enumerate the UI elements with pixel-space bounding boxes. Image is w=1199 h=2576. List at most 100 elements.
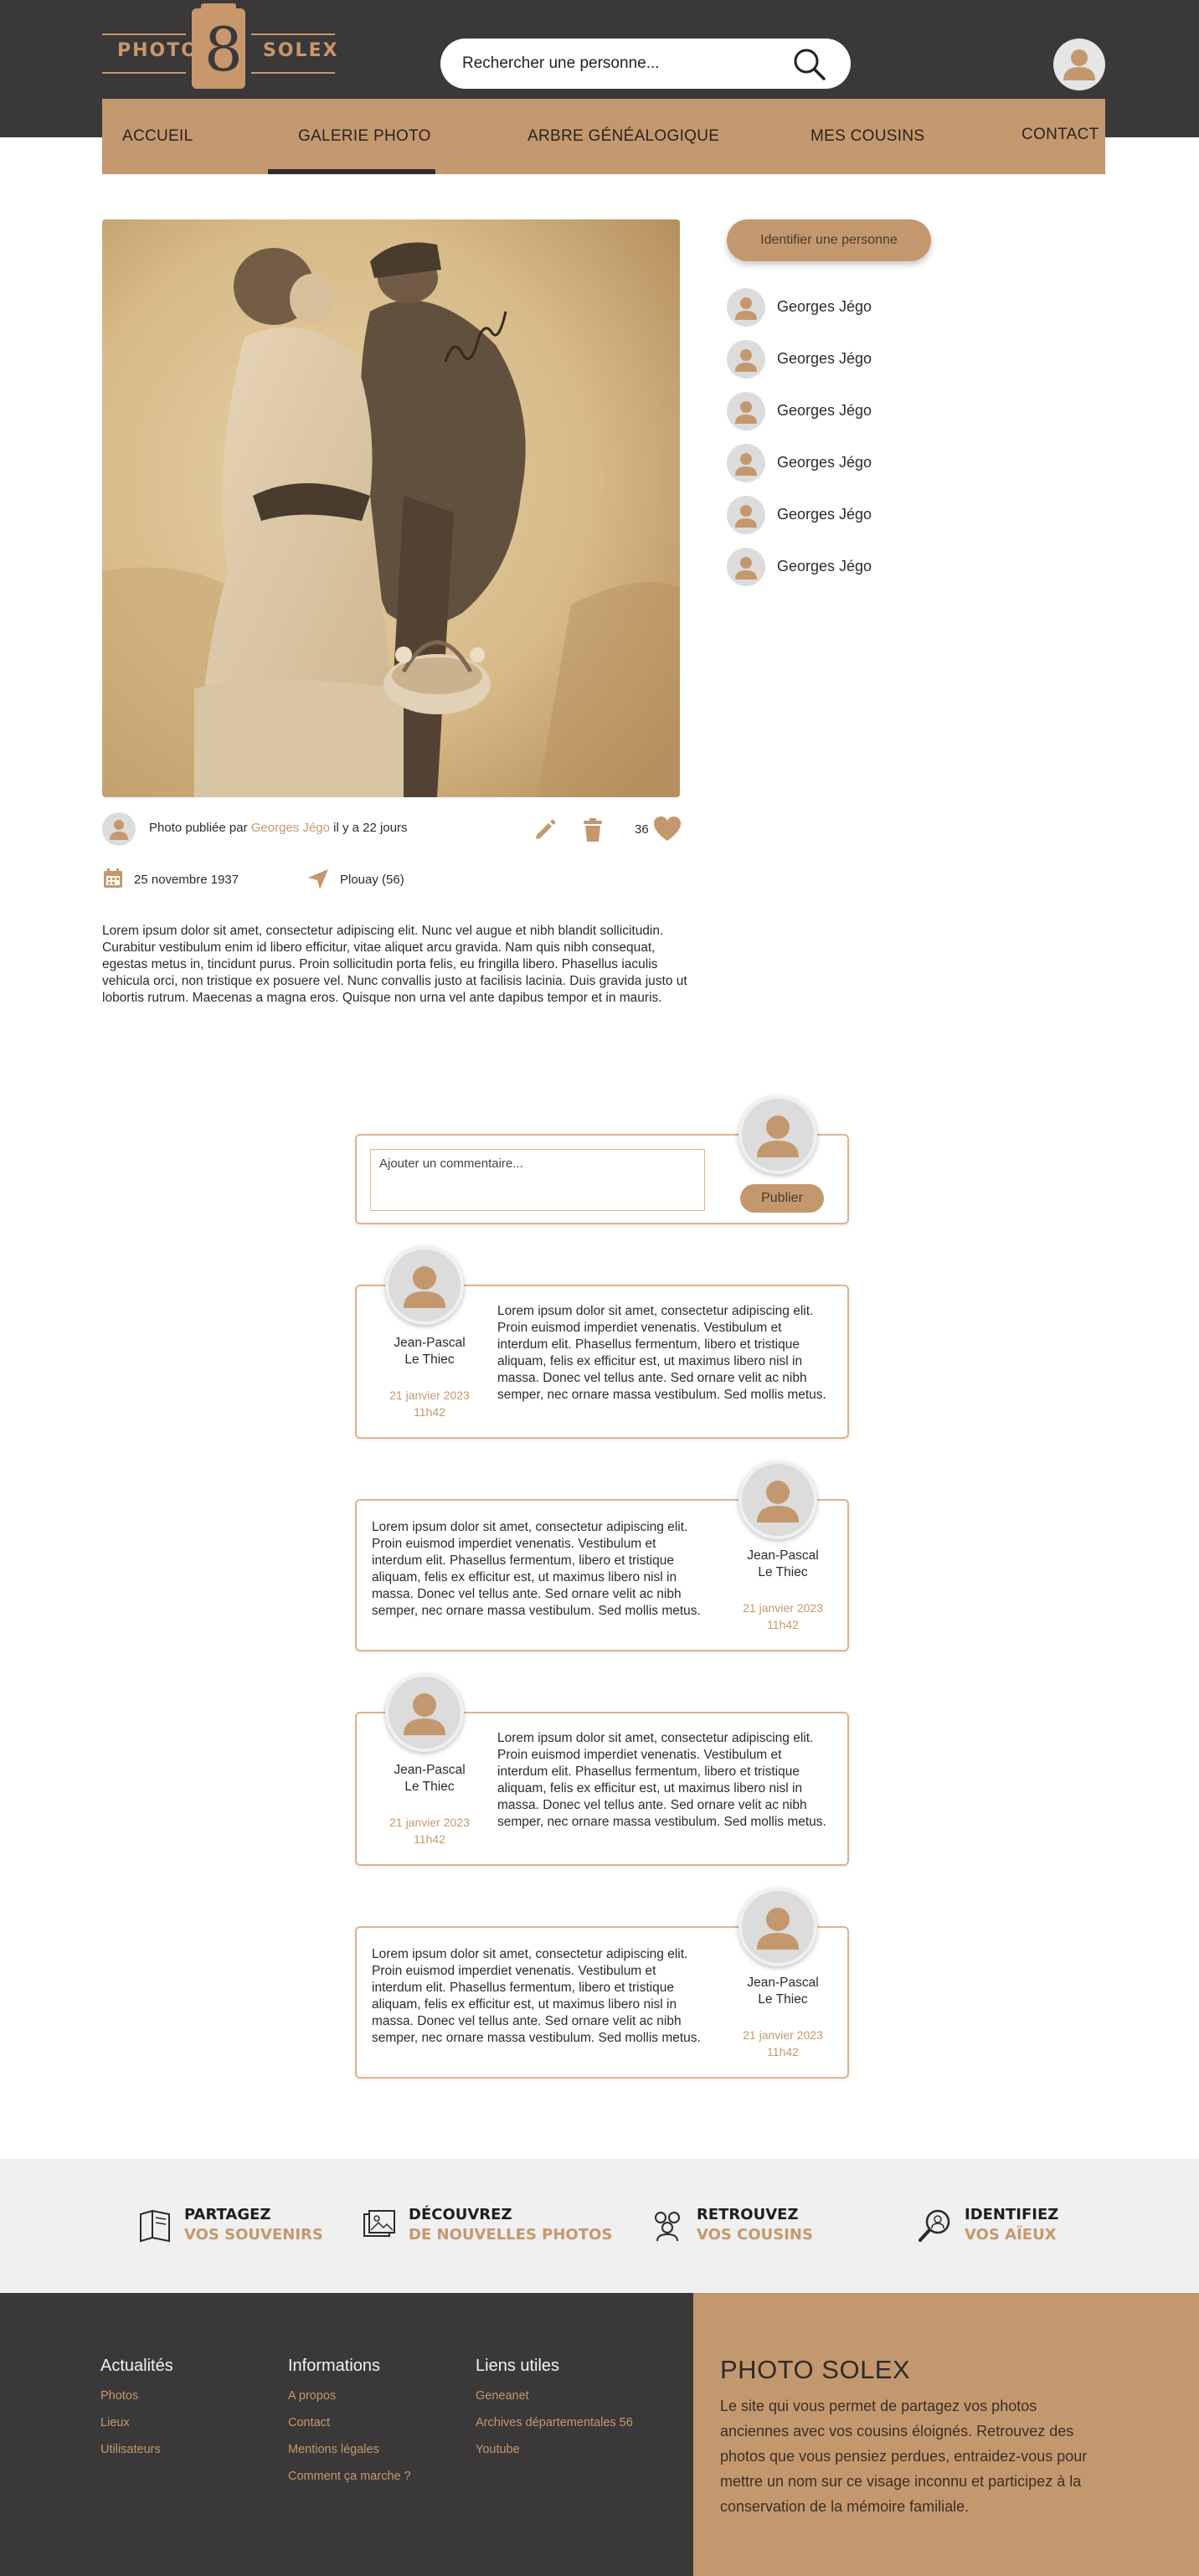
published-prefix: Photo publiée par (149, 821, 248, 835)
comment-author-avatar[interactable] (738, 1888, 817, 1966)
person-avatar-icon (727, 496, 765, 534)
comment-author[interactable]: Jean-Pascal Le Thiec (383, 1762, 476, 1795)
edit-icon[interactable] (533, 817, 558, 842)
published-ago: il y a 22 jours (333, 821, 408, 835)
nav-item-arbre-genealogique[interactable]: ARBRE GÉNÉALOGIQUE (527, 127, 719, 146)
publish-button[interactable]: Publier (740, 1184, 824, 1213)
user-avatar-icon (404, 1693, 445, 1735)
comment-date: 21 janvier 2023 11h42 (737, 1600, 829, 1633)
publisher-avatar-icon (110, 820, 128, 840)
nav-item-mes-cousins[interactable]: MES COUSINS (810, 127, 924, 146)
calendar-icon (104, 868, 122, 888)
search-input[interactable] (462, 52, 789, 75)
location-arrow-icon (308, 869, 328, 889)
main-photo[interactable] (102, 219, 680, 797)
comment-author[interactable]: Jean-Pascal Le Thiec (383, 1335, 476, 1368)
author-last-name: Le Thiec (758, 1992, 808, 2007)
nav-active-indicator (268, 169, 435, 174)
heart-icon[interactable] (653, 816, 682, 842)
comment-author[interactable]: Jean-Pascal Le Thiec (737, 1975, 829, 2008)
comment-author-avatar[interactable] (385, 1246, 464, 1325)
user-avatar-icon (1063, 49, 1095, 80)
current-user-avatar (738, 1095, 817, 1174)
identified-person[interactable]: Georges Jégo (727, 444, 978, 484)
footer-link[interactable]: Contact (288, 2416, 411, 2429)
footer-link[interactable]: A propos (288, 2389, 411, 2403)
footer-column-useful-links: Liens utiles Geneanet Archives départeme… (476, 2357, 633, 2470)
comment-date-day: 21 janvier 2023 (743, 2028, 823, 2042)
user-avatar-icon (404, 1266, 445, 1308)
book-icon (140, 2209, 170, 2243)
photo-date: 25 novembre 1937 (134, 873, 239, 887)
footer-link[interactable]: Mentions légales (288, 2443, 411, 2456)
footer-link[interactable]: Youtube (476, 2443, 633, 2456)
camera-logo-icon: 8 (192, 8, 245, 89)
comment-date-time: 11h42 (414, 1405, 445, 1419)
features-band: PARTAGEZ VOS SOUVENIRS DÉCOUVREZ DE NOUV… (0, 2159, 1199, 2293)
search-icon[interactable] (792, 47, 827, 82)
identify-person-button[interactable]: Identifier une personne (727, 219, 931, 261)
person-name: Georges Jégo (777, 350, 872, 367)
trash-icon[interactable] (581, 817, 605, 842)
comment-author[interactable]: Jean-Pascal Le Thiec (737, 1548, 829, 1581)
feature-title: IDENTIFIEZ (965, 2206, 1059, 2223)
identified-person[interactable]: Georges Jégo (727, 340, 978, 380)
footer-link[interactable]: Archives départementales 56 (476, 2416, 633, 2429)
author-last-name: Le Thiec (404, 1352, 455, 1367)
feature-title: DÉCOUVREZ (409, 2206, 512, 2223)
comment-author-avatar[interactable] (385, 1673, 464, 1752)
nav-item-accueil[interactable]: ACCUEIL (122, 127, 193, 146)
nav-item-contact[interactable]: CONTACT (1021, 126, 1099, 144)
footer-link[interactable]: Geneanet (476, 2389, 633, 2403)
comment-date-day: 21 janvier 2023 (389, 1388, 470, 1402)
footer-link[interactable]: Photos (100, 2389, 173, 2403)
feature-subtitle: VOS COUSINS (697, 2226, 813, 2244)
footer-link[interactable]: Comment ça marche ? (288, 2470, 411, 2483)
author-first-name: Jean-Pascal (394, 1763, 466, 1777)
comment-date-time: 11h42 (767, 1618, 799, 1631)
identified-person[interactable]: Georges Jégo (727, 548, 978, 588)
feature-identify: IDENTIFIEZ VOS AÏEUX (918, 2204, 1085, 2248)
person-avatar-icon (727, 392, 765, 430)
footer-column-news: Actualités Photos Lieux Utilisateurs (100, 2357, 173, 2470)
identified-person[interactable]: Georges Jégo (727, 496, 978, 536)
comment-date: 21 janvier 2023 11h42 (737, 2027, 829, 2060)
person-name: Georges Jégo (777, 298, 872, 315)
feature-subtitle: VOS SOUVENIRS (184, 2226, 323, 2244)
person-avatar-icon (727, 444, 765, 482)
comment-date-day: 21 janvier 2023 (743, 1601, 823, 1615)
nav-item-galerie-photo[interactable]: GALERIE PHOTO (298, 127, 431, 146)
feature-discover: DÉCOUVREZ DE NOUVELLES PHOTOS (362, 2204, 612, 2248)
published-by: Photo publiée par Georges Jégo il y a 22… (149, 821, 408, 835)
likes-count: 36 (635, 822, 649, 837)
comment-date-time: 11h42 (767, 2045, 799, 2058)
site-logo[interactable]: PHOTO 8 SOLEX (102, 3, 337, 92)
comment-text: Lorem ipsum dolor sit amet, consectetur … (372, 1947, 701, 2045)
feature-share: PARTAGEZ VOS SOUVENIRS (137, 2204, 330, 2248)
comment-date-time: 11h42 (414, 1832, 445, 1846)
comment-text: Lorem ipsum dolor sit amet, consectetur … (372, 1520, 701, 1618)
author-first-name: Jean-Pascal (747, 1976, 819, 1990)
comment-author-avatar[interactable] (738, 1461, 817, 1539)
author-first-name: Jean-Pascal (747, 1548, 819, 1563)
comment-input[interactable] (370, 1149, 705, 1211)
identified-person[interactable]: Georges Jégo (727, 288, 978, 328)
person-avatar-icon (727, 548, 765, 586)
person-name: Georges Jégo (777, 402, 872, 419)
photo-description: Lorem ipsum dolor sit amet, consectetur … (102, 924, 687, 1005)
footer-link[interactable]: Utilisateurs (100, 2443, 173, 2456)
footer-column-title: Actualités (100, 2357, 173, 2375)
publisher-link[interactable]: Georges Jégo (251, 821, 330, 835)
person-avatar-icon (727, 288, 765, 327)
footer-column-title: Informations (288, 2357, 381, 2375)
author-last-name: Le Thiec (404, 1780, 455, 1794)
feature-title: PARTAGEZ (184, 2206, 271, 2223)
footer-column-info: Informations A propos Contact Mentions l… (288, 2357, 411, 2496)
publisher-avatar[interactable] (102, 812, 136, 846)
feature-subtitle: DE NOUVELLES PHOTOS (409, 2226, 613, 2244)
footer-link[interactable]: Lieux (100, 2416, 173, 2429)
identified-person[interactable]: Georges Jégo (727, 392, 978, 432)
user-avatar[interactable] (1053, 39, 1105, 90)
comment-text: Lorem ipsum dolor sit amet, consectetur … (497, 1304, 826, 1402)
footer-column-title: Liens utiles (476, 2357, 560, 2375)
